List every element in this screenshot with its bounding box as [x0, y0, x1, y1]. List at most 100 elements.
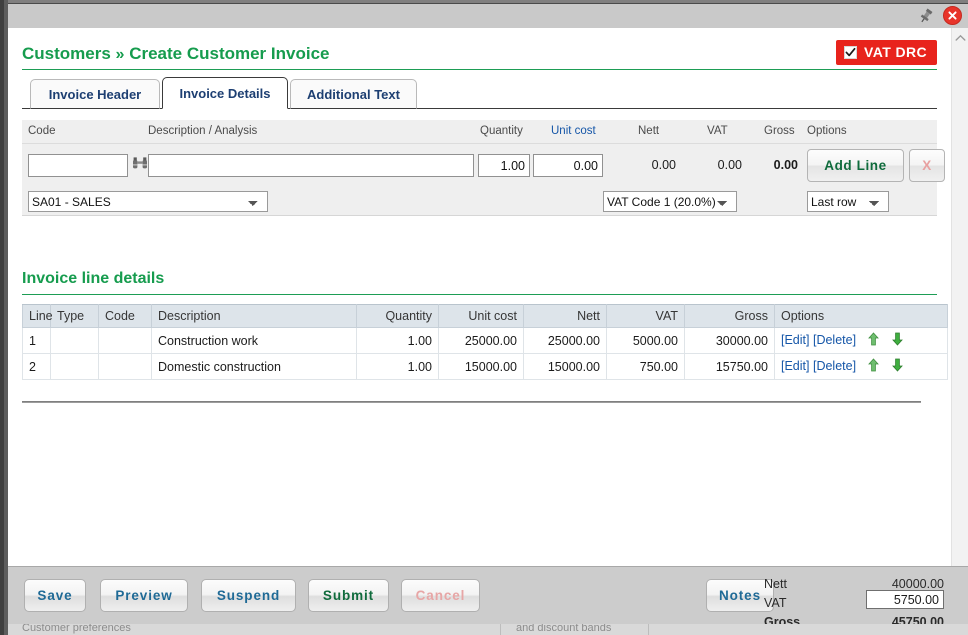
total-vat-row: VAT: [764, 592, 944, 613]
table-header-row: Line Type Code Description Quantity Unit…: [23, 305, 948, 328]
breadcrumb-parent[interactable]: Customers: [22, 44, 111, 63]
add-line-button[interactable]: Add Line: [807, 149, 904, 182]
col-nett: Nett: [524, 305, 607, 328]
delete-link[interactable]: [Delete]: [813, 359, 856, 373]
cell-gross: 15750.00: [685, 354, 775, 380]
cell-nett: 15000.00: [524, 354, 607, 380]
cell-type: [51, 354, 99, 380]
submit-button[interactable]: Submit: [308, 579, 389, 612]
cell-type: [51, 328, 99, 354]
code-input[interactable]: [28, 154, 128, 177]
move-down-arrow-icon[interactable]: [882, 361, 903, 375]
preview-button[interactable]: Preview: [100, 579, 188, 612]
unit-cost-input[interactable]: [533, 154, 603, 177]
move-up-arrow-icon[interactable]: [860, 335, 882, 349]
nett-label: Nett: [764, 577, 787, 591]
page-canvas: Customers » Create Customer Invoice VAT …: [8, 28, 968, 624]
entry-col-nett: Nett: [638, 125, 659, 137]
entry-header-row: Code Description / Analysis Quantity Uni…: [22, 120, 937, 144]
content-separator: [22, 401, 921, 403]
row-position-select[interactable]: Last row: [807, 191, 889, 212]
table-row[interactable]: 2 Domestic construction 1.00 15000.00 15…: [23, 354, 948, 380]
edit-link[interactable]: [Edit]: [781, 333, 810, 347]
cell-code: [99, 328, 152, 354]
background-divider-2: [648, 624, 649, 635]
entry-select-row: SA01 - SALES VAT Code 1 (20.0%) Last row: [22, 188, 937, 216]
cell-unit-cost: 15000.00: [439, 354, 524, 380]
col-line: Line: [23, 305, 51, 328]
nett-total: 40000.00: [892, 577, 944, 591]
add-line-label: Add Line: [824, 158, 887, 173]
cell-description: Construction work: [152, 328, 357, 354]
suspend-button[interactable]: Suspend: [201, 579, 296, 612]
entry-col-code: Code: [28, 125, 56, 137]
entry-col-unit-cost[interactable]: Unit cost: [551, 125, 596, 137]
edit-link[interactable]: [Edit]: [781, 359, 810, 373]
background-divider: [500, 624, 501, 635]
vat-total-input[interactable]: [866, 590, 944, 609]
scroll-up-chevron-icon[interactable]: [952, 30, 968, 46]
description-input[interactable]: [148, 154, 474, 177]
suspend-label: Suspend: [217, 588, 280, 603]
cell-vat: 750.00: [607, 354, 685, 380]
window-titlebar: [8, 3, 968, 28]
col-unit-cost: Unit cost: [439, 305, 524, 328]
breadcrumb: Customers » Create Customer Invoice: [22, 44, 329, 64]
lines-section-title: Invoice line details: [22, 270, 164, 288]
entry-col-gross: Gross: [764, 125, 795, 137]
cancel-label: Cancel: [416, 588, 466, 603]
background-window-strip: Customer preferences and discount bands: [8, 624, 968, 635]
cell-gross: 30000.00: [685, 328, 775, 354]
notes-label: Notes: [719, 588, 761, 603]
binoculars-icon[interactable]: [132, 156, 148, 175]
tab-invoice-details[interactable]: Invoice Details: [162, 77, 288, 109]
col-gross: Gross: [685, 305, 775, 328]
breadcrumb-rule: [22, 69, 937, 70]
delete-link[interactable]: [Delete]: [813, 333, 856, 347]
save-button[interactable]: Save: [24, 579, 86, 612]
gross-label: Gross: [764, 615, 800, 625]
gross-total: 45750.00: [892, 615, 944, 625]
col-quantity: Quantity: [357, 305, 439, 328]
table-row[interactable]: 1 Construction work 1.00 25000.00 25000.…: [23, 328, 948, 354]
line-entry-panel: Code Description / Analysis Quantity Uni…: [22, 120, 937, 242]
tab-label: Invoice Details: [179, 86, 270, 101]
vertical-scrollbar[interactable]: [951, 28, 968, 566]
app-window: Customers » Create Customer Invoice VAT …: [0, 0, 968, 635]
cancel-button[interactable]: Cancel: [401, 579, 480, 612]
pin-icon[interactable]: [917, 7, 935, 25]
vat-code-select[interactable]: VAT Code 1 (20.0%): [603, 191, 737, 212]
move-down-arrow-icon[interactable]: [882, 335, 903, 349]
submit-label: Submit: [323, 588, 374, 603]
tab-invoice-header[interactable]: Invoice Header: [30, 79, 160, 109]
invoice-lines-table: Line Type Code Description Quantity Unit…: [22, 304, 948, 380]
nett-value: 0.00: [616, 158, 676, 172]
vat-drc-badge[interactable]: VAT DRC: [836, 40, 937, 65]
close-icon[interactable]: [943, 6, 962, 25]
col-vat: VAT: [607, 305, 685, 328]
tab-strip: Invoice Header Invoice Details Additiona…: [22, 77, 937, 109]
tab-additional-text[interactable]: Additional Text: [290, 79, 417, 109]
vat-value: 0.00: [682, 158, 742, 172]
vat-drc-checkbox[interactable]: [844, 46, 857, 59]
cell-options: [Edit] [Delete]: [775, 328, 948, 354]
tab-label: Additional Text: [307, 87, 400, 102]
remove-line-label: X: [922, 158, 932, 173]
window-frame-left-edge: [0, 0, 4, 635]
analysis-select[interactable]: SA01 - SALES: [28, 191, 268, 212]
breadcrumb-separator: »: [116, 46, 125, 63]
save-label: Save: [37, 588, 72, 603]
vat-label: VAT: [764, 596, 786, 610]
cell-nett: 25000.00: [524, 328, 607, 354]
page-content: Customers » Create Customer Invoice VAT …: [8, 28, 951, 566]
remove-line-button[interactable]: X: [909, 149, 945, 182]
cell-description: Domestic construction: [152, 354, 357, 380]
entry-input-row: 0.00 0.00 0.00 Add Line X: [22, 144, 937, 188]
quantity-input[interactable]: [478, 154, 530, 177]
move-up-arrow-icon[interactable]: [860, 361, 882, 375]
breadcrumb-current: Create Customer Invoice: [129, 44, 329, 63]
entry-col-vat: VAT: [707, 125, 728, 137]
cell-quantity: 1.00: [357, 328, 439, 354]
tab-label: Invoice Header: [49, 87, 142, 102]
titlebar-controls: [917, 6, 962, 25]
